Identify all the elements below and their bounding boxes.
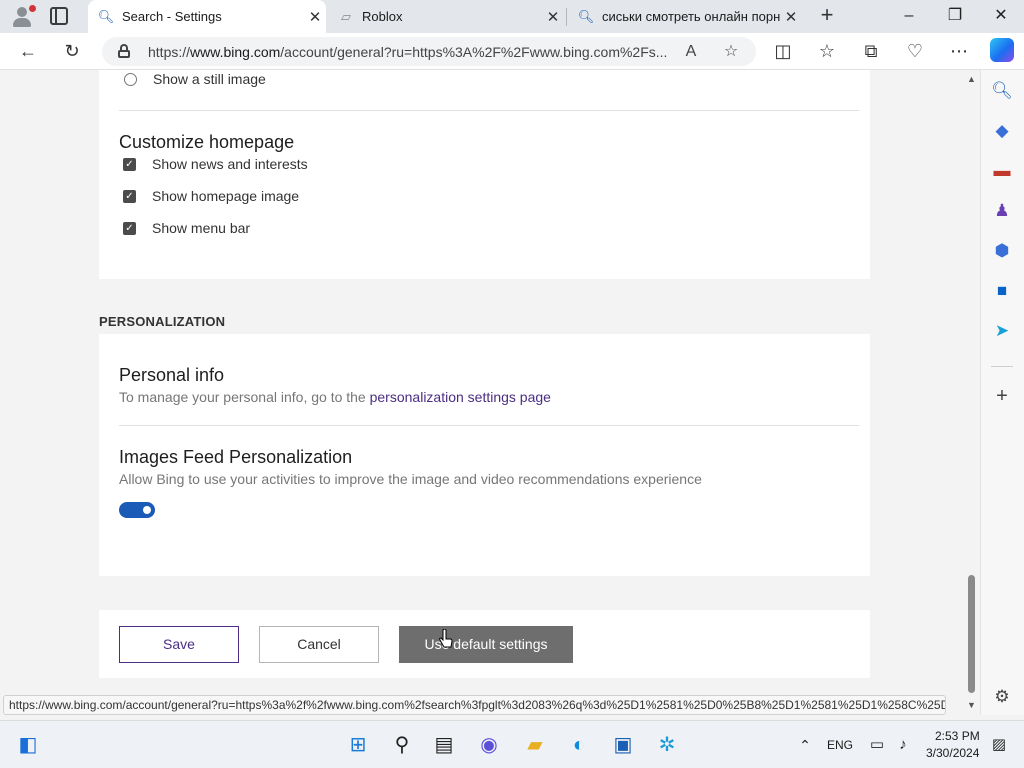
profile-icon[interactable] [10,5,36,29]
link-status-bar: https://www.bing.com/account/general?ru=… [3,695,946,715]
volume-mute-icon[interactable]: ♪ [890,732,916,758]
favorite-star-icon[interactable]: ☆ [720,41,742,63]
tab-strip: 🔍︎ Search - Settings ✕ ▱ Roblox ✕ 🔍︎ сис… [0,0,1024,33]
widgets-icon[interactable]: ◧ [15,732,41,758]
settings-app-icon[interactable]: ✲ [654,732,680,758]
favorites-icon[interactable]: ☆ [814,39,840,65]
page-content: Show a still image Customize homepage ✓ … [0,70,964,690]
save-button[interactable]: Save [119,626,239,663]
homepage-image-checkbox[interactable]: ✓ [123,190,136,203]
collections-icon[interactable]: ⧉ [858,39,884,65]
search-icon: 🔍︎ [577,8,595,24]
toggle-knob [143,506,151,514]
tab-label: Roblox [362,9,403,24]
add-sidebar-app-icon[interactable]: + [991,385,1013,407]
hand-cursor-icon [439,629,453,648]
personalization-card: Personal info To manage your personal in… [99,334,870,576]
tab-label: сиськи смотреть онлайн порно [602,9,780,24]
sidebar-separator [991,366,1013,367]
microsoft-365-icon[interactable]: ⬢ [991,240,1013,262]
homepage-image-label: Show homepage image [152,188,300,204]
windows-taskbar: ◧ ⊞ ⚲ ▤ ◉ ▰ ◐ ▣ ✲ ⌃ ENG ▭ ♪ 2:53 PM 3/30… [0,720,1024,768]
close-tab-icon[interactable]: ✕ [780,8,802,26]
restore-button[interactable]: ❐ [932,0,978,33]
url-text[interactable]: https://www.bing.com/account/general?ru=… [148,44,678,60]
more-menu-icon[interactable]: ⋯ [946,39,972,65]
personal-info-description: To manage your personal info, go to the … [119,389,551,405]
clock-date[interactable]: 3/30/2024 [926,746,979,760]
use-default-settings-button[interactable]: Use default settings [399,626,573,663]
personal-info-heading: Personal info [119,365,225,385]
scroll-thumb[interactable] [968,575,975,693]
close-window-button[interactable]: ✕ [978,0,1024,33]
images-feed-toggle[interactable] [119,502,155,518]
divider [119,425,859,426]
still-image-radio[interactable] [124,73,137,86]
copilot-icon[interactable] [990,38,1014,62]
tab-label: Search - Settings [122,9,222,24]
back-button[interactable]: ← [15,39,41,65]
read-aloud-icon[interactable]: A [680,41,702,63]
images-feed-description: Allow Bing to use your activities to imp… [119,471,702,487]
windows-start-icon[interactable]: ⊞ [345,732,371,758]
network-icon[interactable]: ▭ [864,732,890,758]
news-interests-label: Show news and interests [152,156,308,172]
still-image-label: Show a still image [153,71,266,87]
url-prefix: https:// [148,44,191,60]
clock-time[interactable]: 2:53 PM [935,729,980,743]
tab-roblox[interactable]: ▱ Roblox ✕ [328,0,564,33]
address-toolbar: ← ↻ https://www.bing.com/account/general… [0,33,1024,70]
drop-icon[interactable]: ➤ [991,320,1013,342]
scroll-up-arrow-icon[interactable]: ▲ [967,74,976,84]
cancel-button[interactable]: Cancel [259,626,379,663]
edge-browser-icon[interactable]: ◐ [566,732,592,758]
outlook-icon[interactable]: ■ [991,280,1013,302]
url-path: /account/general?ru=https%3A%2F%2Fwww.bi… [280,44,668,60]
language-indicator[interactable]: ENG [827,738,853,752]
taskbar-search-icon[interactable]: ⚲ [389,732,415,758]
minimize-button[interactable]: – [886,0,932,33]
personalization-settings-link[interactable]: personalization settings page [370,389,551,405]
split-screen-icon[interactable]: ◫ [770,39,796,65]
search-icon[interactable]: 🔍︎ [991,80,1013,102]
tab-actions-icon[interactable] [50,7,68,25]
refresh-button[interactable]: ↻ [59,39,85,65]
page-scrollbar[interactable]: ▲ ▼ [964,70,980,715]
task-view-icon[interactable]: ▤ [431,732,457,758]
address-bar[interactable]: https://www.bing.com/account/general?ru=… [102,37,756,66]
customize-homepage-heading: Customize homepage [119,132,295,152]
roblox-icon: ▱ [341,8,351,24]
personalization-section-title: PERSONALIZATION [99,314,226,329]
url-domain: www.bing.com [190,44,281,60]
file-explorer-icon[interactable]: ▰ [522,732,548,758]
lock-icon[interactable] [118,44,130,58]
search-icon: 🔍︎ [97,8,115,24]
games-icon[interactable]: ♟ [991,200,1013,222]
news-interests-checkbox[interactable]: ✓ [123,158,136,171]
browser-essentials-icon[interactable]: ♡ [902,39,928,65]
show-hidden-icons-chevron-icon[interactable]: ⌃ [792,732,818,758]
new-tab-button[interactable]: + [816,4,838,28]
chat-icon[interactable]: ◉ [476,732,502,758]
images-feed-heading: Images Feed Personalization [119,447,353,467]
edge-sidebar: 🔍︎ ◆ ▬ ♟ ⬢ ■ ➤ + ⚙ [980,70,1024,715]
scroll-down-arrow-icon[interactable]: ▼ [967,700,976,710]
tools-icon[interactable]: ▬ [991,160,1013,182]
shopping-tag-icon[interactable]: ◆ [991,120,1013,142]
menu-bar-checkbox[interactable]: ✓ [123,222,136,235]
microsoft-store-icon[interactable]: ▣ [610,732,636,758]
tab-search-settings[interactable]: 🔍︎ Search - Settings ✕ [88,0,326,33]
sidebar-settings-gear-icon[interactable]: ⚙ [991,686,1013,708]
menu-bar-label: Show menu bar [152,220,251,236]
divider [119,110,859,111]
tab-separator [566,8,567,26]
homepage-settings-card: Show a still image Customize homepage ✓ … [99,70,870,279]
notification-icon[interactable]: ▨ [986,732,1012,758]
close-tab-icon[interactable]: ✕ [542,8,564,26]
tab-search-query[interactable]: 🔍︎ сиськи смотреть онлайн порно ✕ [568,0,802,33]
close-tab-icon[interactable]: ✕ [304,8,326,26]
action-buttons-card: Save Cancel Use default settings [99,610,870,678]
personal-info-text: To manage your personal info, go to the [119,389,366,405]
